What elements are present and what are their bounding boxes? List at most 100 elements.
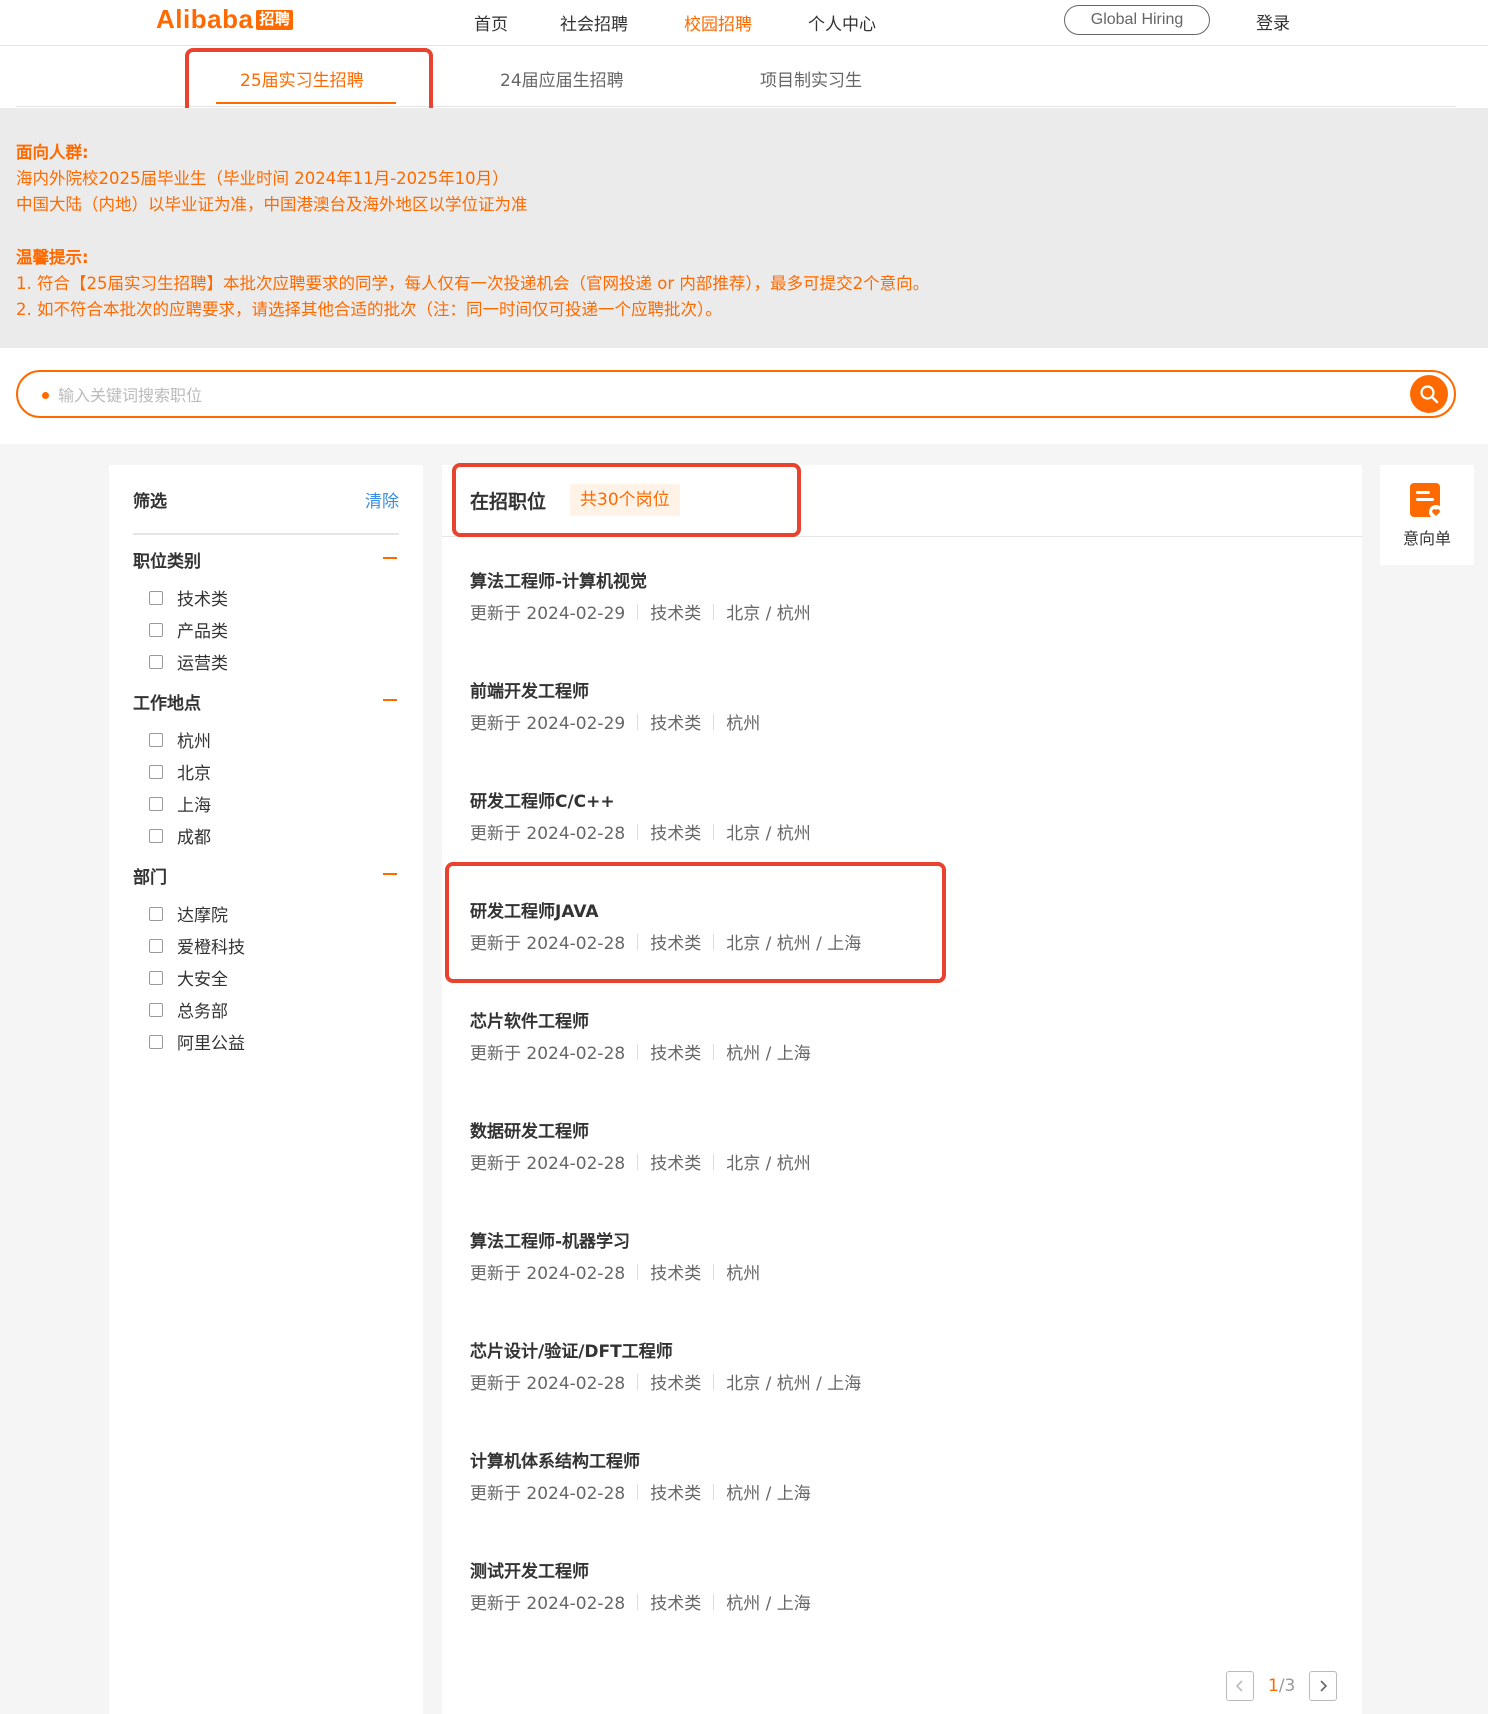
group-title-location: 工作地点: [133, 694, 201, 714]
job-count-badge: 共30个岗位: [570, 484, 680, 516]
audience-line: 海内外院校2025届毕业生（毕业时间 2024年11月-2025年10月）: [16, 169, 509, 188]
checkbox[interactable]: [149, 732, 163, 747]
tips-line: 1. 符合【25届实习生招聘】本批次应聘要求的同学，每人仅有一次投递机会（官网投…: [16, 274, 930, 293]
logo-text: Alibaba: [156, 4, 254, 34]
checkbox[interactable]: [149, 828, 163, 843]
filter-option-chengdu[interactable]: 成都: [149, 823, 211, 848]
logo-badge: 招聘: [256, 9, 294, 30]
job-item[interactable]: 测试开发工程师 更新于 2024-02-28 技术类 杭州 / 上海: [470, 1557, 1170, 1637]
job-meta: 更新于 2024-02-28 技术类 杭州: [470, 1263, 761, 1284]
search-dot: [42, 392, 49, 399]
job-list-panel: 在招职位 共30个岗位 算法工程师-计算机视觉 更新于 2024-02-29 技术…: [442, 465, 1362, 1714]
job-meta: 更新于 2024-02-28 技术类 杭州 / 上海: [470, 1043, 811, 1064]
job-title[interactable]: 计算机体系结构工程师: [470, 1447, 640, 1472]
search-button[interactable]: [1410, 375, 1448, 413]
job-title[interactable]: 研发工程师C/C++: [470, 787, 615, 812]
nav-social-hiring[interactable]: 社会招聘: [560, 10, 628, 35]
tab-project-intern[interactable]: 项目制实习生: [760, 66, 862, 91]
global-hiring-button[interactable]: Global Hiring: [1064, 5, 1210, 35]
filter-panel: 筛选 清除 职位类别 技术类 产品类 运营类 工作地点 杭州 北京 上海 成都 …: [109, 465, 423, 1714]
filter-option-tech[interactable]: 技术类: [149, 585, 228, 610]
prev-page-button[interactable]: [1226, 1671, 1254, 1701]
job-title[interactable]: 测试开发工程师: [470, 1557, 589, 1582]
login-link[interactable]: 登录: [1256, 9, 1290, 34]
audience-line: 中国大陆（内地）以毕业证为准，中国港澳台及海外地区以学位证为准: [16, 195, 528, 214]
job-title[interactable]: 芯片软件工程师: [470, 1007, 589, 1032]
checkbox[interactable]: [149, 1002, 163, 1017]
chevron-right-icon: [1320, 1680, 1328, 1692]
search-icon: [1420, 385, 1439, 404]
job-meta: 更新于 2024-02-28 技术类 北京 / 杭州 / 上海: [470, 1373, 862, 1394]
job-title[interactable]: 算法工程师-机器学习: [470, 1227, 630, 1252]
job-item[interactable]: 数据研发工程师 更新于 2024-02-28 技术类 北京 / 杭州: [470, 1117, 1170, 1197]
filter-option-product[interactable]: 产品类: [149, 617, 228, 642]
notice-panel: 面向人群: 海内外院校2025届毕业生（毕业时间 2024年11月-2025年1…: [0, 108, 1488, 348]
filter-option-security[interactable]: 大安全: [149, 965, 228, 990]
job-title[interactable]: 算法工程师-计算机视觉: [470, 567, 647, 592]
checkbox[interactable]: [149, 796, 163, 811]
job-title[interactable]: 芯片设计/验证/DFT工程师: [470, 1337, 673, 1362]
filter-option-operation[interactable]: 运营类: [149, 649, 228, 674]
search-area: [0, 348, 1488, 444]
checkbox[interactable]: [149, 938, 163, 953]
search-input[interactable]: [58, 382, 1358, 408]
nav-campus-hiring[interactable]: 校园招聘: [684, 10, 752, 35]
checkbox[interactable]: [149, 590, 163, 605]
job-meta: 更新于 2024-02-28 技术类 北京 / 杭州: [470, 823, 811, 844]
checkbox[interactable]: [149, 654, 163, 669]
checkbox[interactable]: [149, 906, 163, 921]
tab-24-graduate[interactable]: 24届应届生招聘: [500, 66, 624, 91]
filter-option-beijing[interactable]: 北京: [149, 759, 211, 784]
filter-option-hangzhou[interactable]: 杭州: [149, 727, 211, 752]
pagination: 1/3: [1226, 1671, 1338, 1701]
chevron-left-icon: [1235, 1680, 1243, 1692]
job-title[interactable]: 研发工程师JAVA: [470, 897, 599, 922]
job-item[interactable]: 算法工程师-机器学习 更新于 2024-02-28 技术类 杭州: [470, 1227, 1170, 1307]
intent-list-icon: [1410, 483, 1443, 519]
search-box: [16, 370, 1456, 418]
intent-list-button[interactable]: 意向单: [1380, 465, 1474, 565]
filter-option-aicheng[interactable]: 爱橙科技: [149, 933, 245, 958]
filter-clear-link[interactable]: 清除: [365, 487, 399, 512]
collapse-department-icon[interactable]: [383, 873, 397, 875]
job-item[interactable]: 研发工程师C/C++ 更新于 2024-02-28 技术类 北京 / 杭州: [470, 787, 1170, 867]
alibaba-logo[interactable]: Alibaba 招聘: [156, 4, 294, 35]
job-item[interactable]: 计算机体系结构工程师 更新于 2024-02-28 技术类 杭州 / 上海: [470, 1447, 1170, 1527]
job-title[interactable]: 数据研发工程师: [470, 1117, 589, 1142]
job-item[interactable]: 芯片设计/验证/DFT工程师 更新于 2024-02-28 技术类 北京 / 杭州 …: [470, 1337, 1170, 1417]
checkbox[interactable]: [149, 764, 163, 779]
job-meta: 更新于 2024-02-29 技术类 北京 / 杭州: [470, 603, 811, 624]
filter-option-damo[interactable]: 达摩院: [149, 901, 228, 926]
filter-option-charity[interactable]: 阿里公益: [149, 1029, 245, 1054]
job-item[interactable]: 研发工程师JAVA 更新于 2024-02-28 技术类 北京 / 杭州 / 上海: [470, 897, 1170, 977]
next-page-button[interactable]: [1309, 1671, 1338, 1701]
job-list-title: 在招职位: [470, 491, 547, 513]
audience-title: 面向人群:: [16, 143, 89, 162]
job-meta: 更新于 2024-02-28 技术类 北京 / 杭州: [470, 1153, 811, 1174]
job-title[interactable]: 前端开发工程师: [470, 677, 589, 702]
collapse-category-icon[interactable]: [383, 557, 397, 559]
collapse-location-icon[interactable]: [383, 699, 397, 701]
job-item[interactable]: 芯片软件工程师 更新于 2024-02-28 技术类 杭州 / 上海: [470, 1007, 1170, 1087]
page-indicator: 1/3: [1268, 1676, 1295, 1696]
current-page: 1: [1268, 1676, 1279, 1696]
batch-tabs: 25届实习生招聘 24届应届生招聘 项目制实习生: [0, 46, 1488, 108]
job-meta: 更新于 2024-02-29 技术类 杭州: [470, 713, 761, 734]
job-item[interactable]: 前端开发工程师 更新于 2024-02-29 技术类 杭州: [470, 677, 1170, 757]
filter-title: 筛选: [133, 492, 167, 512]
job-meta: 更新于 2024-02-28 技术类 北京 / 杭州 / 上海: [470, 933, 862, 954]
tips-line: 2. 如不符合本批次的应聘要求，请选择其他合适的批次（注：同一时间仅可投递一个应…: [16, 300, 722, 319]
filter-option-general-affairs[interactable]: 总务部: [149, 997, 228, 1022]
filter-option-shanghai[interactable]: 上海: [149, 791, 211, 816]
checkbox[interactable]: [149, 1034, 163, 1049]
top-nav: Alibaba 招聘 首页 社会招聘 校园招聘 个人中心 Global Hiri…: [0, 0, 1488, 46]
nav-personal-center[interactable]: 个人中心: [808, 10, 876, 35]
intent-list-label: 意向单: [1402, 529, 1451, 548]
tab-25-intern[interactable]: 25届实习生招聘: [240, 66, 364, 91]
total-pages: /3: [1278, 1676, 1296, 1696]
nav-home[interactable]: 首页: [474, 10, 508, 35]
job-item[interactable]: 算法工程师-计算机视觉 更新于 2024-02-29 技术类 北京 / 杭州: [470, 567, 1170, 647]
job-meta: 更新于 2024-02-28 技术类 杭州 / 上海: [470, 1483, 811, 1504]
checkbox[interactable]: [149, 970, 163, 985]
checkbox[interactable]: [149, 622, 163, 637]
